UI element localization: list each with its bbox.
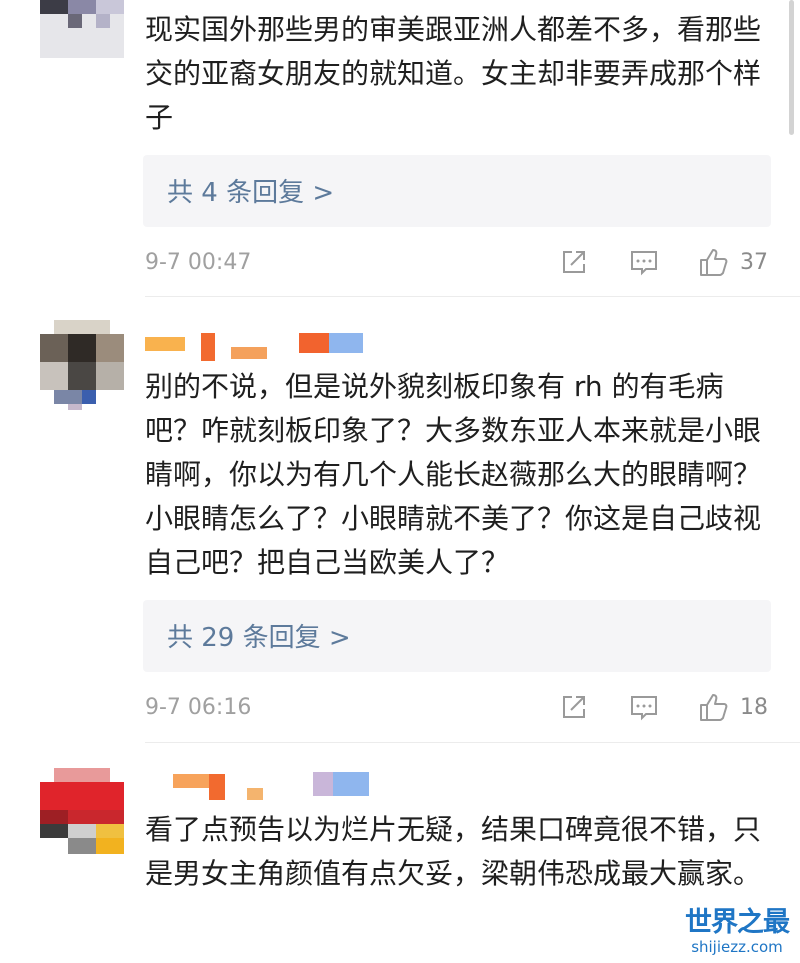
comment-divider bbox=[145, 296, 800, 297]
avatar[interactable] bbox=[40, 0, 124, 58]
view-replies-button[interactable]: 共 29 条回复 > bbox=[143, 600, 771, 672]
like-count: 37 bbox=[740, 250, 768, 275]
scrollbar[interactable] bbox=[789, 0, 794, 135]
comment-divider bbox=[145, 742, 800, 743]
share-icon[interactable] bbox=[557, 245, 591, 279]
comment-time: 9-7 00:47 bbox=[145, 250, 252, 275]
comment-time: 9-7 06:16 bbox=[145, 695, 252, 720]
watermark-url: shijiezz.com bbox=[691, 938, 783, 956]
username-blurred[interactable] bbox=[145, 333, 385, 363]
thumbs-up-icon[interactable] bbox=[697, 245, 731, 279]
site-watermark: 世界之最 shijiezz.com bbox=[678, 908, 796, 960]
username-blurred[interactable] bbox=[145, 772, 385, 802]
comment-text: 看了点预告以为烂片无疑，结果口碑竟很不错，只是男女主角颜值有点欠妥，梁朝伟恐成最… bbox=[145, 813, 762, 890]
share-icon[interactable] bbox=[557, 690, 591, 724]
thumbs-up-icon[interactable] bbox=[697, 690, 731, 724]
avatar[interactable] bbox=[40, 320, 124, 410]
comment-icon[interactable] bbox=[627, 245, 661, 279]
comment-text: 别的不说，但是说外貌刻板印象有 rh 的有毛病吧？咋就刻板印象了？大多数东亚人本… bbox=[145, 370, 762, 579]
watermark-title: 世界之最 bbox=[685, 907, 790, 938]
view-replies-label: 共 4 条回复 > bbox=[167, 178, 335, 208]
comment-meta: 9-7 06:16 18 bbox=[145, 690, 775, 730]
view-replies-button[interactable]: 共 4 条回复 > bbox=[143, 155, 771, 227]
like-count: 18 bbox=[740, 695, 768, 720]
avatar[interactable] bbox=[40, 768, 124, 854]
comment-meta: 9-7 00:47 37 bbox=[145, 245, 775, 285]
comment-icon[interactable] bbox=[627, 690, 661, 724]
comment-text: 现实国外那些男的审美跟亚洲人都差不多，看那些交的亚裔女朋友的就知道。女主却非要弄… bbox=[145, 13, 762, 134]
view-replies-label: 共 29 条回复 > bbox=[167, 623, 351, 653]
